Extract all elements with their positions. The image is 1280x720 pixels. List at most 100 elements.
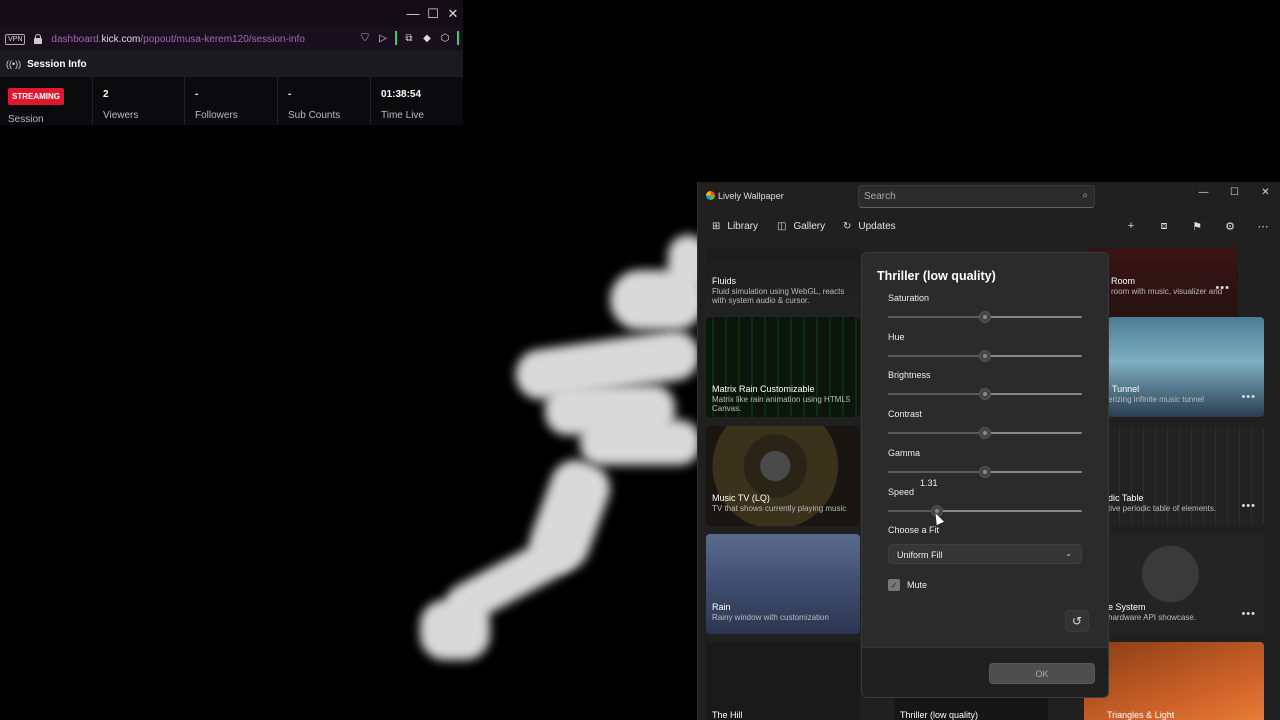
flag-icon[interactable]: ⚑: [1189, 220, 1205, 233]
hue-slider[interactable]: [888, 349, 1082, 362]
more-options-button[interactable]: •••: [1241, 608, 1256, 620]
dialog-title: Thriller (low quality): [877, 269, 996, 283]
browser-titlebar: — ☐ ✕: [0, 0, 463, 27]
minimize-button[interactable]: —: [403, 0, 423, 27]
more-options-button[interactable]: •••: [1241, 500, 1256, 512]
address-bar[interactable]: VPN dashboard.kick.com/popout/musa-kerem…: [0, 27, 463, 51]
stat-value: -: [195, 89, 199, 100]
maximize-button[interactable]: ☐: [423, 0, 443, 27]
stat-sub-counts: - Sub Counts: [278, 77, 371, 125]
search-box[interactable]: ⌕: [858, 185, 1095, 208]
grid-icon: ⊞: [712, 221, 721, 232]
extension-indicator: [395, 31, 397, 45]
nav-gallery[interactable]: ◫ Gallery: [777, 221, 825, 232]
gamma-label: Gamma: [888, 447, 921, 458]
slider-thumb[interactable]: [979, 427, 991, 440]
gamma-slider[interactable]: [888, 465, 1082, 478]
close-button[interactable]: ✕: [1250, 183, 1280, 201]
hue-label: Hue: [888, 331, 905, 342]
checkmark-icon[interactable]: ✓: [888, 579, 900, 591]
screenshot-icon[interactable]: ⧉: [403, 33, 415, 44]
stat-viewers: 2 Viewers: [93, 77, 185, 125]
reset-icon: ↺: [1071, 614, 1083, 628]
bag-icon: ◫: [777, 221, 787, 232]
nav-updates[interactable]: ↻ Updates: [843, 221, 896, 232]
nav-library[interactable]: ⊞ Library: [712, 221, 758, 232]
tile-title: Thriller (low quality): [900, 710, 979, 720]
library-tile[interactable]: dic Table tive periodic table of element…: [1108, 426, 1264, 526]
display-icon[interactable]: ⧈: [1156, 220, 1172, 233]
brightness-slider[interactable]: [888, 388, 1082, 401]
tag-icon[interactable]: ◆: [421, 33, 433, 44]
fit-dropdown[interactable]: Uniform Fill ⌄: [888, 544, 1082, 564]
stat-value: 01:38:54: [381, 89, 422, 100]
streaming-badge: STREAMING: [8, 88, 64, 105]
stat-label: Time Live: [381, 110, 424, 121]
more-options-button[interactable]: •••: [1241, 391, 1256, 403]
lively-logo-icon: [706, 191, 715, 200]
dialog-footer: OK: [862, 647, 1108, 697]
main-nav: ⊞ Library ◫ Gallery ↻ Updates + ⧈ ⚑ ⚙ ⋯: [698, 218, 1280, 240]
lock-icon[interactable]: [34, 34, 43, 44]
tile-title: The Hill: [712, 710, 743, 720]
maximize-button[interactable]: ☐: [1219, 183, 1250, 201]
library-tile[interactable]: Triangles & Light: [1084, 642, 1264, 720]
search-input[interactable]: [859, 186, 1069, 207]
add-icon[interactable]: +: [1123, 220, 1139, 233]
tile-description: tive periodic table of elements.: [1108, 504, 1217, 513]
stat-value: 2: [103, 89, 109, 100]
extensions-icon[interactable]: ⬡: [439, 33, 451, 44]
slider-fill: [888, 316, 985, 318]
desktop: — ☐ ✕ VPN dashboard.kick.com/popout/musa…: [0, 0, 1280, 720]
tile-title: Matrix Rain Customizable: [712, 384, 815, 394]
tile-title: dic Table: [1108, 493, 1144, 503]
more-options-button[interactable]: •••: [1215, 282, 1230, 294]
saturation-slider[interactable]: [888, 311, 1082, 323]
slider-thumb[interactable]: [979, 349, 991, 362]
library-tile[interactable]: The Hill: [706, 642, 860, 720]
more-icon[interactable]: ⋯: [1255, 220, 1271, 233]
slider-thumb[interactable]: [979, 465, 991, 478]
contrast-slider[interactable]: [888, 427, 1082, 440]
reset-button[interactable]: ↺: [1065, 610, 1089, 632]
stat-status: STREAMING Session: [0, 77, 93, 125]
stat-label: Session: [8, 114, 44, 125]
tile-description: TV that shows currently playing music: [712, 504, 847, 513]
play-icon[interactable]: ▷: [377, 33, 389, 44]
vpn-badge[interactable]: VPN: [5, 33, 26, 45]
tile-title: Triangles & Light: [1107, 710, 1175, 720]
mute-label: Mute: [907, 580, 928, 590]
stat-label: Viewers: [103, 110, 139, 121]
ok-button[interactable]: OK: [989, 663, 1095, 684]
slider-fill: [888, 354, 985, 357]
slider-fill: [888, 509, 937, 512]
search-icon[interactable]: ⌕: [1082, 190, 1088, 201]
session-info-header: ((•)) Session Info: [0, 51, 463, 77]
mute-checkbox[interactable]: ✓ Mute: [888, 579, 927, 591]
library-tile[interactable]: Matrix Rain Customizable Matrix like rai…: [706, 317, 860, 417]
tile-description: erizing infinite music tunnel: [1108, 395, 1205, 404]
tile-title: Fluids: [712, 276, 737, 286]
library-tile[interactable]: Tunnel erizing infinite music tunnel •••: [1108, 317, 1264, 417]
saturation-label: Saturation: [888, 293, 930, 303]
tile-title: Room: [1111, 276, 1136, 286]
tile-description: Matrix like rain animation using HTML5 C…: [712, 395, 851, 413]
slider-thumb[interactable]: [979, 311, 991, 323]
library-tile[interactable]: Music TV (LQ) TV that shows currently pl…: [706, 426, 860, 526]
stat-label: Followers: [195, 110, 238, 121]
speed-slider[interactable]: [888, 504, 1082, 517]
close-button[interactable]: ✕: [443, 0, 463, 27]
library-tile[interactable]: Rain Rainy window with customization: [706, 534, 860, 634]
shield-icon[interactable]: ⛉: [359, 33, 371, 44]
brightness-label: Brightness: [888, 370, 931, 381]
settings-icon[interactable]: ⚙: [1222, 220, 1238, 233]
url-text[interactable]: dashboard.kick.com/popout/musa-kerem120/…: [51, 34, 304, 45]
speed-label: Speed: [888, 486, 915, 497]
slider-fill: [888, 393, 985, 396]
minimize-button[interactable]: —: [1188, 183, 1219, 201]
slider-thumb[interactable]: [979, 388, 991, 401]
fit-label: Choose a Fit: [888, 525, 940, 535]
browser-popout-window: — ☐ ✕ VPN dashboard.kick.com/popout/musa…: [0, 0, 463, 125]
slider-fill: [888, 470, 985, 473]
library-tile[interactable]: e System hardware API showcase. •••: [1108, 534, 1264, 634]
